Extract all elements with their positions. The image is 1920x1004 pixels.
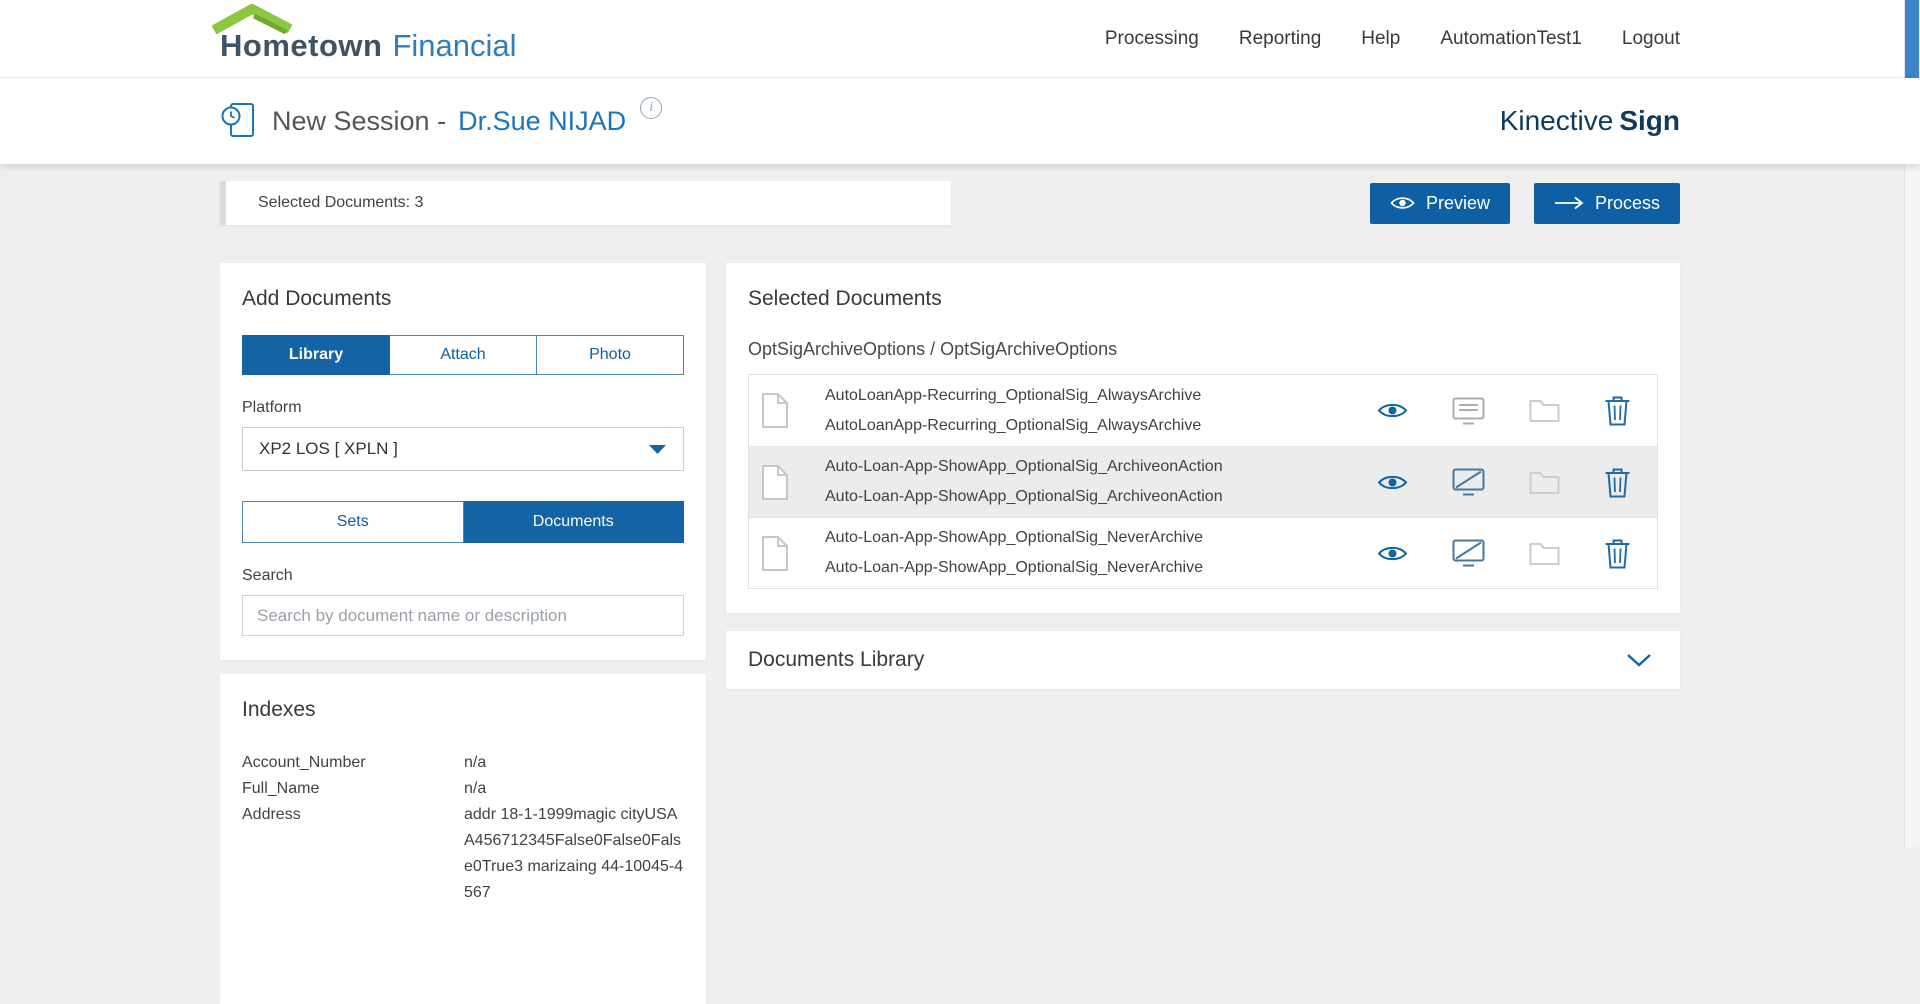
nav-item-logout[interactable]: Logout: [1622, 28, 1680, 50]
view-document-icon[interactable]: [1377, 401, 1408, 420]
document-actions: [1377, 538, 1631, 569]
nav-item-username[interactable]: AutomationTest1: [1440, 28, 1582, 50]
selected-documents-count-bar: Selected Documents: 3: [220, 181, 951, 225]
product-name: Kinective: [1499, 105, 1614, 136]
view-document-icon[interactable]: [1377, 544, 1408, 563]
document-name: Auto-Loan-App-ShowApp_OptionalSig_NeverA…: [825, 529, 1203, 546]
session-icon: [220, 101, 256, 141]
selected-documents-title: Selected Documents: [748, 287, 942, 310]
tab-photo[interactable]: Photo: [537, 335, 684, 375]
signature-pad-icon[interactable]: [1452, 397, 1485, 425]
preview-label: Preview: [1425, 192, 1490, 213]
main-nav: Processing Reporting Help AutomationTest…: [1105, 28, 1680, 50]
document-group-label: OptSigArchiveOptions / OptSigArchiveOpti…: [748, 339, 1118, 359]
platform-label: Platform: [242, 399, 302, 416]
sets-button[interactable]: Sets: [242, 501, 464, 543]
product-suffix: Sign: [1619, 105, 1680, 136]
index-label: Account_Number: [242, 754, 366, 771]
document-actions: [1377, 467, 1631, 498]
index-row: Full_Name n/a: [242, 776, 684, 802]
signature-pad-disabled-icon[interactable]: [1452, 468, 1485, 496]
file-icon: [762, 393, 788, 428]
documents-button[interactable]: Documents: [463, 501, 684, 543]
delete-icon[interactable]: [1604, 467, 1631, 498]
document-description: Auto-Loan-App-ShowApp_OptionalSig_NeverA…: [825, 559, 1203, 576]
platform-selected-value: XP2 LOS [ XPLN ]: [259, 439, 398, 458]
main-content: Selected Documents: 3 Preview Process Ad…: [0, 164, 1920, 1004]
search-input[interactable]: [242, 595, 684, 636]
info-icon[interactable]: i: [640, 97, 663, 119]
nav-item-reporting[interactable]: Reporting: [1239, 28, 1321, 50]
folder-icon[interactable]: [1529, 398, 1560, 423]
add-documents-title: Add Documents: [242, 287, 392, 310]
index-value: n/a: [464, 780, 487, 797]
arrow-right-icon: [1554, 196, 1584, 210]
selected-documents-panel: Selected Documents OptSigArchiveOptions …: [726, 263, 1680, 613]
index-value: n/a: [464, 754, 487, 771]
session-header: New Session - Dr.Sue NIJAD i Kinective Si…: [0, 78, 1920, 164]
indexes-panel: Indexes Account_Number n/a Full_Name n/a: [220, 674, 706, 1004]
folder-icon[interactable]: [1529, 470, 1560, 495]
tab-attach[interactable]: Attach: [390, 335, 537, 375]
document-row: Auto-Loan-App-ShowApp_OptionalSig_NeverA…: [749, 517, 1657, 588]
top-navigation: Hometown Financial Processing Reporting …: [0, 0, 1920, 78]
index-value: addr 18-1-1999magic cityUSAA456712345Fal…: [464, 806, 684, 901]
toolbar: Selected Documents: 3 Preview Process: [220, 164, 1680, 225]
platform-select[interactable]: XP2 LOS [ XPLN ]: [242, 427, 684, 471]
nav-item-processing[interactable]: Processing: [1105, 28, 1199, 50]
selected-count-label: Selected Documents: 3: [258, 194, 424, 211]
documents-library-panel[interactable]: Documents Library: [726, 631, 1680, 689]
document-actions: [1377, 395, 1631, 426]
logo-roof-icon: [211, 3, 293, 34]
chevron-down-icon[interactable]: [1626, 653, 1652, 667]
indexes-title: Indexes: [242, 698, 316, 721]
preview-button[interactable]: Preview: [1369, 182, 1510, 224]
index-row: Account_Number n/a: [242, 750, 684, 776]
file-icon: [762, 535, 788, 571]
index-label: Address: [242, 806, 301, 823]
product-logo: Kinective Sign: [1500, 105, 1680, 137]
document-rows: AutoLoanApp-Recurring_OptionalSig_Always…: [748, 374, 1658, 589]
index-row: Address addr 18-1-1999magic cityUSAA4567…: [242, 802, 684, 906]
add-documents-tabs: Library Attach Photo: [242, 335, 684, 375]
signature-pad-disabled-icon[interactable]: [1452, 539, 1485, 567]
document-row: Auto-Loan-App-ShowApp_OptionalSig_Archiv…: [749, 446, 1657, 517]
delete-icon[interactable]: [1604, 395, 1631, 426]
chevron-down-icon: [649, 444, 666, 454]
view-document-icon[interactable]: [1377, 473, 1408, 492]
search-label: Search: [242, 567, 293, 584]
add-documents-panel: Add Documents Library Attach Photo Platf…: [220, 263, 706, 660]
documents-library-title: Documents Library: [748, 648, 925, 671]
page: Hometown Financial Processing Reporting …: [0, 0, 1920, 1004]
document-description: Auto-Loan-App-ShowApp_OptionalSig_Archiv…: [825, 488, 1223, 505]
delete-icon[interactable]: [1604, 538, 1631, 569]
session-user-link[interactable]: Dr.Sue NIJAD: [458, 106, 626, 137]
document-row: AutoLoanApp-Recurring_OptionalSig_Always…: [749, 375, 1657, 446]
index-label: Full_Name: [242, 780, 320, 797]
document-name: Auto-Loan-App-ShowApp_OptionalSig_Archiv…: [825, 458, 1223, 475]
toolbar-actions: Preview Process: [1369, 182, 1680, 224]
process-label: Process: [1594, 192, 1660, 213]
session-title: New Session -: [272, 105, 447, 136]
document-name: AutoLoanApp-Recurring_OptionalSig_Always…: [825, 386, 1202, 404]
folder-icon[interactable]: [1529, 541, 1560, 566]
sets-documents-toggle: Sets Documents: [242, 501, 684, 543]
tab-library[interactable]: Library: [242, 335, 390, 375]
index-rows: Account_Number n/a Full_Name n/a Address…: [242, 750, 684, 906]
nav-item-help[interactable]: Help: [1361, 28, 1400, 50]
process-button[interactable]: Process: [1533, 182, 1680, 224]
logo-text-secondary: Financial: [392, 27, 517, 63]
eye-icon: [1390, 197, 1415, 209]
file-icon: [762, 464, 788, 500]
hometown-logo[interactable]: Hometown Financial: [211, 3, 517, 64]
document-description: AutoLoanApp-Recurring_OptionalSig_Always…: [825, 416, 1202, 434]
